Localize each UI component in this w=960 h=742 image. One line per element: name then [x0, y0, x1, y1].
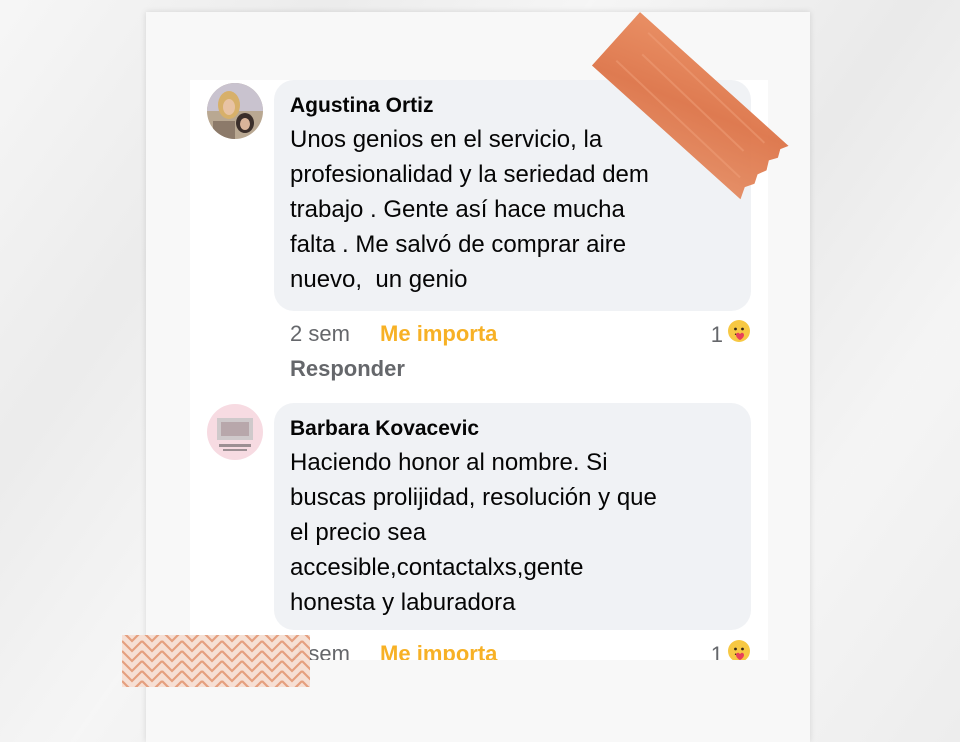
comment-text: Haciendo honor al nombre. Si buscas prol… — [290, 449, 657, 616]
care-emoji-icon — [727, 319, 751, 351]
comment-author[interactable]: Barbara Kovacevic — [290, 415, 735, 443]
comment-bubble: Barbara Kovacevic Haciendo honor al nomb… — [274, 403, 751, 630]
chevron-tape-decoration — [122, 635, 310, 687]
me-importa-button[interactable]: Me importa — [380, 641, 497, 660]
reaction-count: 1 — [710, 322, 723, 347]
comment-text: Unos genios en el servicio, la profesion… — [290, 126, 649, 293]
reaction-count: 1 — [710, 642, 723, 660]
me-importa-button[interactable]: Me importa — [380, 321, 497, 346]
reaction-summary[interactable]: 1 — [711, 639, 751, 660]
comments-screenshot: Agustina Ortiz Unos genios en el servici… — [190, 80, 768, 660]
care-emoji-icon — [727, 639, 751, 660]
reaction-summary[interactable]: 1 — [711, 319, 751, 351]
comment-actions: 2 sem Me importa — [290, 319, 497, 349]
avatar[interactable] — [207, 404, 263, 460]
comment-time[interactable]: 2 sem — [290, 321, 350, 346]
comment-actions: 2 sem Me importa — [290, 639, 497, 660]
reply-button[interactable]: Responder — [290, 354, 405, 384]
avatar[interactable] — [207, 83, 263, 139]
